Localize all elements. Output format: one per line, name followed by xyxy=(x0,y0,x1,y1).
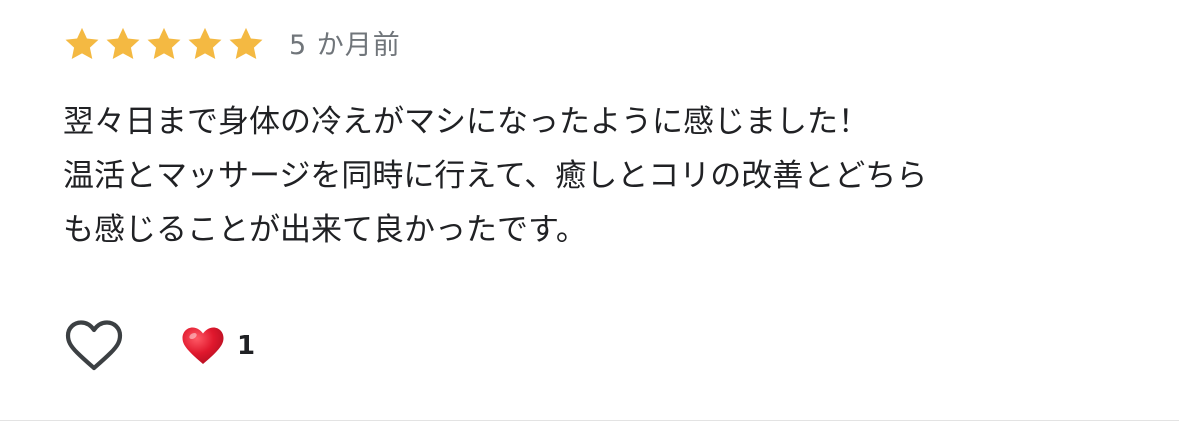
star-icon xyxy=(147,27,181,60)
star-icon xyxy=(188,27,222,60)
heart-filled-icon xyxy=(182,327,224,364)
review-text-line: も感じることが出来て良かったです。 xyxy=(63,212,587,248)
review-time: 5 か月前 xyxy=(289,29,401,61)
review-text-line: 翌々日まで身体の冷えがマシになったように感じました！ xyxy=(63,104,869,140)
reaction-count: 1 xyxy=(237,331,256,361)
reaction-summary: 1 xyxy=(181,326,255,366)
review-card: 5 か月前 翌々日まで身体の冷えがマシになったように感じました！ 温活とマッサー… xyxy=(0,0,1179,422)
review-text: 翌々日まで身体の冷えがマシになったように感じました！ 温活とマッサージを同時に行… xyxy=(63,95,1153,257)
rating-row: 5 か月前 xyxy=(63,22,401,66)
star-icon xyxy=(229,27,263,60)
star-rating xyxy=(63,25,265,63)
review-actions: 1 xyxy=(63,316,255,376)
heart-outline-icon xyxy=(65,320,123,371)
star-icon xyxy=(65,27,99,60)
like-button[interactable] xyxy=(63,317,125,375)
star-icon xyxy=(106,27,140,60)
divider xyxy=(0,420,1179,421)
review-text-line: 温活とマッサージを同時に行えて、癒しとコリの改善とどちら xyxy=(63,158,928,194)
